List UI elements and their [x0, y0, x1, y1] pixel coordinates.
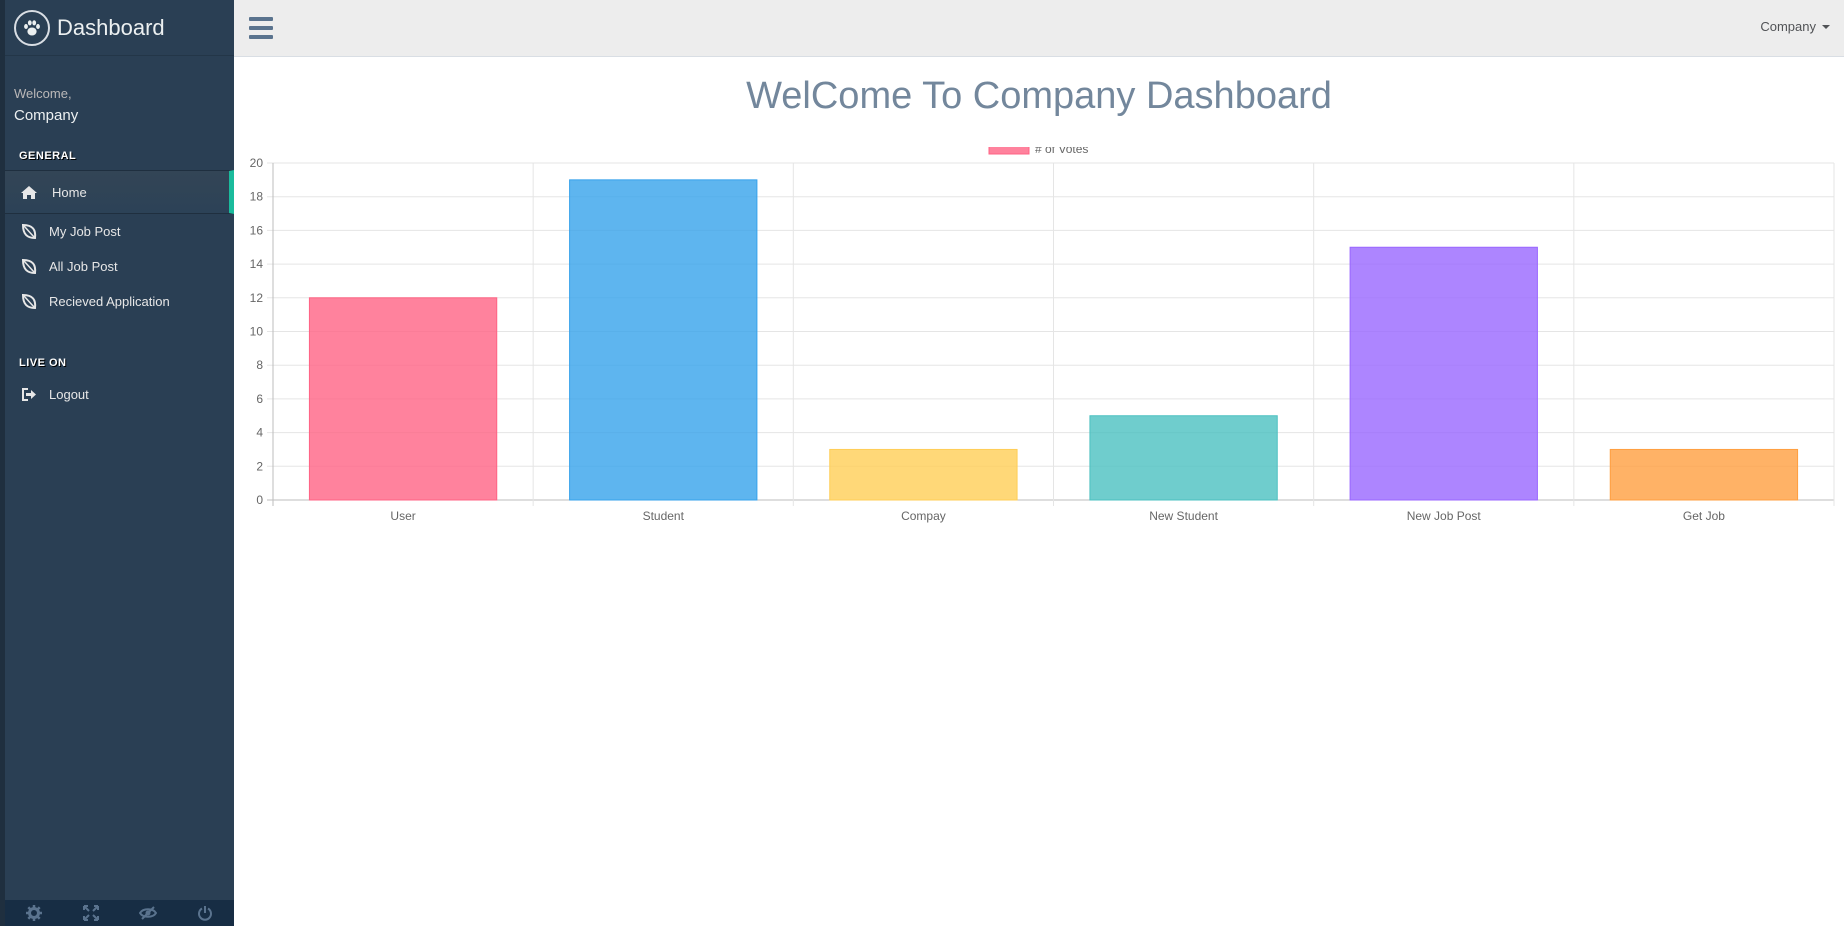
y-tick-label: 4 — [256, 426, 263, 440]
sidebar-item-label: Logout — [49, 387, 89, 402]
sidebar-item-all-job-post[interactable]: All Job Post — [5, 249, 234, 284]
y-tick-label: 18 — [250, 190, 264, 204]
sidebar-item-label: My Job Post — [49, 224, 121, 239]
x-tick-label: New Job Post — [1407, 509, 1482, 523]
x-tick-label: Compay — [901, 509, 946, 523]
brand-title: Dashboard — [57, 14, 165, 40]
settings-icon[interactable] — [14, 905, 54, 921]
bar-chart: 0 2 4 6 8 10 12 14 16 18 20 User Student Compay New St… — [250, 147, 1835, 523]
user-dropdown[interactable]: Company — [1760, 19, 1830, 34]
y-tick-label: 12 — [250, 291, 264, 305]
bar — [1609, 448, 1799, 501]
power-icon[interactable] — [185, 905, 225, 921]
menu-toggle-icon[interactable] — [249, 17, 273, 39]
y-tick-label: 0 — [256, 493, 263, 507]
legend-swatch — [988, 147, 1030, 155]
caret-down-icon — [1822, 24, 1830, 29]
y-tick-label: 10 — [250, 325, 264, 339]
lock-icon[interactable] — [128, 906, 168, 920]
bar — [308, 297, 498, 501]
section-general-title: GENERAL — [19, 150, 77, 162]
user-dropdown-label: Company — [1760, 19, 1816, 34]
x-tick-label: Student — [643, 509, 685, 523]
sidebar-item-my-job-post[interactable]: My Job Post — [5, 214, 234, 249]
x-tick-label: New Student — [1149, 509, 1218, 523]
y-tick-label: 6 — [256, 392, 263, 406]
section-live-title: LIVE ON — [19, 357, 67, 369]
bar — [1349, 246, 1538, 501]
bar — [1089, 415, 1278, 501]
brand[interactable]: Dashboard — [5, 0, 234, 56]
top-navbar: Company — [234, 0, 1844, 57]
sidebar-menu-live: Logout — [5, 377, 234, 412]
page-title: WelCome To Company Dashboard — [746, 75, 1332, 117]
y-tick-label: 2 — [256, 459, 263, 473]
sidebar-item-recieved-application[interactable]: Recieved Application — [5, 284, 234, 319]
sign-out-icon — [19, 386, 39, 404]
home-icon — [19, 183, 39, 201]
sidebar-item-label: All Job Post — [49, 259, 118, 274]
leaf-icon — [19, 293, 39, 311]
bar — [829, 448, 1018, 501]
bar — [569, 179, 758, 501]
sidebar-footer — [5, 900, 234, 926]
sidebar: Dashboard Welcome, Company GENERAL Home … — [0, 0, 234, 926]
legend-label: # of Votes — [1035, 147, 1088, 156]
x-tick-label: Get Job — [1683, 509, 1725, 523]
y-tick-label: 20 — [250, 156, 264, 170]
welcome-label: Welcome, — [14, 86, 72, 101]
sidebar-item-label: Home — [52, 184, 87, 200]
fullscreen-icon[interactable] — [71, 905, 111, 921]
paw-icon — [14, 9, 50, 46]
main-content: WelCome To Company Dashboard 0 2 4 6 8 10 12 14… — [234, 57, 1844, 926]
sidebar-item-logout[interactable]: Logout — [5, 377, 234, 412]
leaf-icon — [19, 223, 39, 241]
profile-info: Welcome, Company — [5, 56, 234, 124]
sidebar-item-home[interactable]: Home — [5, 170, 234, 214]
welcome-name: Company — [14, 107, 79, 124]
y-tick-label: 16 — [250, 223, 264, 237]
sidebar-item-label: Recieved Application — [49, 294, 170, 309]
x-tick-label: User — [390, 509, 415, 523]
y-tick-label: 14 — [250, 257, 264, 271]
leaf-icon — [19, 258, 39, 276]
sidebar-menu-general: Home My Job Post All Job Post Recieved A… — [5, 170, 234, 319]
y-tick-label: 8 — [256, 358, 263, 372]
